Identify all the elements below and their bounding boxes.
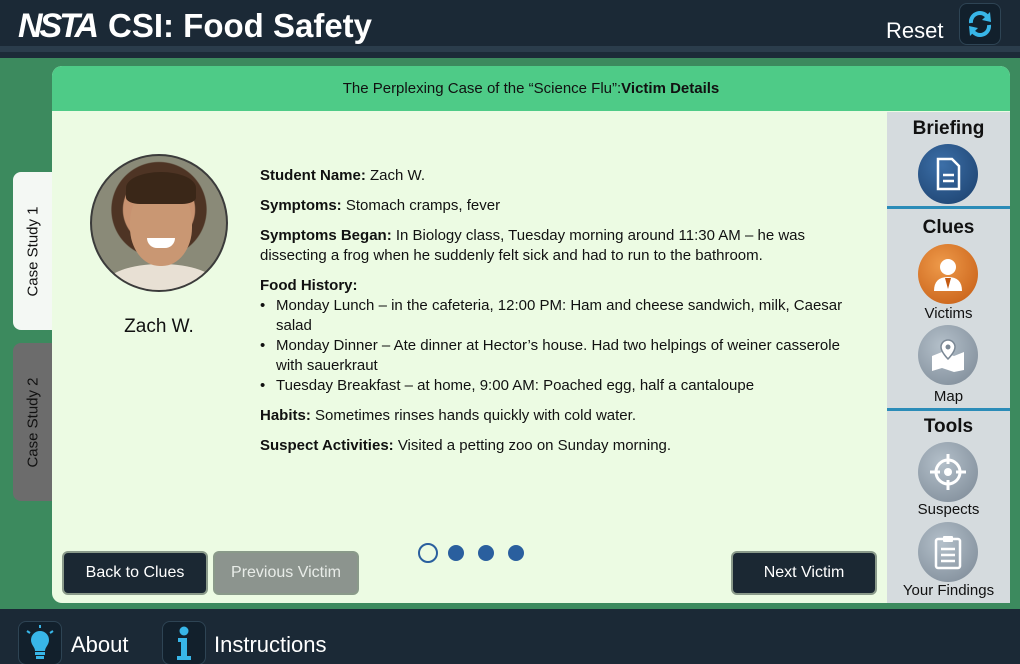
- panel-title-section: Victim Details: [621, 80, 720, 97]
- person-icon: [934, 259, 962, 291]
- tab-case-study-2[interactable]: Case Study 2: [13, 343, 53, 501]
- sidebar-divider: [887, 408, 1010, 411]
- reset-label[interactable]: Reset: [886, 18, 943, 44]
- victims-button[interactable]: [918, 244, 978, 304]
- map-button[interactable]: [918, 325, 978, 385]
- next-victim-button[interactable]: Next Victim: [733, 553, 875, 593]
- tab-case-study-1[interactable]: Case Study 1: [13, 172, 53, 330]
- document-icon: [936, 157, 961, 191]
- victim-details-panel: The Perplexing Case of the “Science Flu”…: [52, 66, 1010, 603]
- instructions-label[interactable]: Instructions: [214, 632, 327, 658]
- list-item: Monday Dinner – Ate dinner at Hector’s h…: [260, 336, 850, 376]
- victim-avatar: [90, 154, 228, 292]
- findings-label: Your Findings: [902, 582, 995, 599]
- suspect-activities-value: Visited a petting zoo on Sunday morning.: [397, 437, 672, 454]
- right-sidebar: Briefing Clues Victims Map Tools Suspect…: [887, 112, 1010, 603]
- pagination-dot-1[interactable]: [418, 543, 438, 563]
- map-label: Map: [933, 388, 964, 405]
- bottom-bar: About Instructions: [0, 609, 1020, 664]
- victims-label: Victims: [924, 305, 973, 322]
- habits-label: Habits:: [260, 407, 311, 424]
- avatar-hair: [126, 172, 196, 204]
- app-title: CSI: Food Safety: [108, 7, 373, 44]
- list-item: Monday Lunch – in the cafeteria, 12:00 P…: [260, 296, 850, 336]
- food-history-list: Monday Lunch – in the cafeteria, 12:00 P…: [260, 296, 850, 396]
- symptoms-row: Symptoms: Stomach cramps, fever: [260, 196, 850, 216]
- nsta-logo: NSTA: [18, 7, 99, 45]
- symptoms-began-row: Symptoms Began: In Biology class, Tuesda…: [260, 226, 850, 266]
- list-item: Tuesday Breakfast – at home, 9:00 AM: Po…: [260, 376, 850, 396]
- about-button[interactable]: [18, 621, 62, 664]
- student-name-value: Zach W.: [370, 167, 426, 184]
- symptoms-value: Stomach cramps, fever: [345, 197, 501, 214]
- symptoms-label: Symptoms:: [260, 197, 342, 214]
- top-bar: NSTA CSI: Food Safety Reset: [0, 0, 1020, 52]
- instructions-button[interactable]: [162, 621, 206, 664]
- suspect-activities-label: Suspect Activities:: [260, 437, 394, 454]
- reset-button[interactable]: [959, 3, 1001, 45]
- food-history-label: Food History:: [260, 277, 358, 294]
- tools-heading: Tools: [923, 416, 974, 437]
- crosshair-icon: [930, 454, 966, 490]
- findings-button[interactable]: [918, 522, 978, 582]
- clipboard-icon: [934, 536, 962, 570]
- habits-value: Sometimes rinses hands quickly with cold…: [315, 407, 636, 424]
- student-name-label: Student Name:: [260, 167, 366, 184]
- victim-details: Student Name: Zach W. Symptoms: Stomach …: [260, 166, 850, 466]
- panel-header: The Perplexing Case of the “Science Flu”…: [52, 66, 1010, 111]
- avatar-shirt: [106, 264, 216, 290]
- pagination-dot-3[interactable]: [478, 545, 494, 561]
- pagination-dot-4[interactable]: [508, 545, 524, 561]
- tab-case-study-1-label: Case Study 1: [24, 205, 42, 297]
- sidebar-divider: [887, 206, 1010, 209]
- info-icon: [177, 626, 191, 660]
- suspects-label: Suspects: [917, 501, 980, 518]
- pagination-dot-2[interactable]: [448, 545, 464, 561]
- student-name-row: Student Name: Zach W.: [260, 166, 850, 186]
- back-to-clues-button[interactable]: Back to Clues: [64, 553, 206, 593]
- tab-case-study-2-label: Case Study 2: [24, 376, 42, 468]
- lightbulb-icon: [26, 625, 54, 659]
- symptoms-began-label: Symptoms Began:: [260, 227, 392, 244]
- previous-victim-button[interactable]: Previous Victim: [215, 553, 357, 593]
- map-icon: [932, 339, 964, 372]
- victim-name: Zach W.: [124, 316, 194, 337]
- suspects-button[interactable]: [918, 442, 978, 502]
- briefing-heading: Briefing: [912, 118, 985, 139]
- food-history-row: Food History:: [260, 276, 850, 296]
- briefing-button[interactable]: [918, 144, 978, 204]
- refresh-icon: [968, 11, 992, 37]
- habits-row: Habits: Sometimes rinses hands quickly w…: [260, 406, 850, 426]
- panel-title-prefix: The Perplexing Case of the “Science Flu”…: [342, 80, 622, 97]
- clues-heading: Clues: [922, 217, 975, 238]
- about-label[interactable]: About: [71, 632, 129, 658]
- suspect-activities-row: Suspect Activities: Visited a petting zo…: [260, 436, 850, 456]
